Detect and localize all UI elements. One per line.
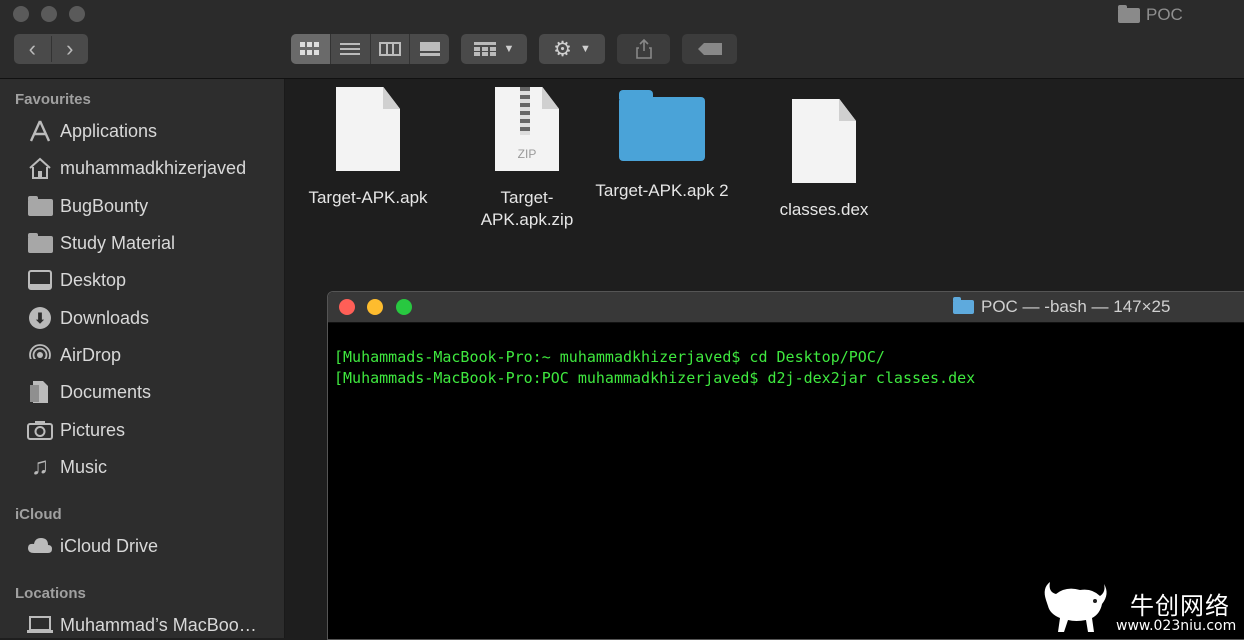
sidebar-item-applications[interactable]: Applications bbox=[27, 116, 157, 146]
terminal-title: POC — -bash — 147×25 bbox=[953, 297, 1170, 317]
sidebar-item-icloud-drive[interactable]: iCloud Drive bbox=[27, 531, 158, 561]
watermark-chinese-text: 牛创网络 bbox=[1130, 592, 1230, 620]
zipper-icon bbox=[520, 87, 530, 135]
favourites-header: Favourites bbox=[15, 91, 91, 108]
group-by-button[interactable]: ▼ bbox=[461, 34, 527, 64]
home-icon bbox=[27, 157, 53, 179]
chevron-down-icon: ▼ bbox=[503, 43, 515, 55]
action-button[interactable]: ⚙ ▼ bbox=[539, 34, 605, 64]
file-name: Target-APK.apk 2 bbox=[595, 181, 729, 200]
share-icon bbox=[635, 39, 652, 59]
folder-icon bbox=[27, 232, 53, 254]
finder-window: POC ‹ › ▼ ⚙ ▼ Favourites Applications mu… bbox=[0, 0, 1244, 640]
gear-icon: ⚙ bbox=[553, 37, 572, 61]
minimize-button[interactable] bbox=[41, 6, 57, 22]
document-icon bbox=[336, 87, 400, 171]
cloud-icon bbox=[27, 535, 53, 557]
edit-tags-button[interactable] bbox=[682, 34, 737, 64]
list-view-button[interactable] bbox=[331, 34, 371, 64]
folder-icon bbox=[27, 195, 53, 217]
sidebar-item-desktop[interactable]: Desktop bbox=[27, 265, 126, 295]
chevron-down-icon: ▼ bbox=[579, 43, 591, 55]
forward-button[interactable]: › bbox=[52, 36, 89, 62]
desktop-icon bbox=[27, 269, 53, 291]
columns-icon bbox=[378, 42, 401, 56]
list-icon bbox=[340, 43, 361, 55]
terminal-close-button[interactable] bbox=[339, 299, 355, 315]
file-item[interactable]: Target-APK.apk 2 bbox=[582, 87, 742, 202]
window-title: POC bbox=[1118, 4, 1183, 25]
tag-icon bbox=[697, 43, 722, 55]
document-icon bbox=[792, 99, 856, 183]
file-name: Target-APK.apk bbox=[308, 188, 428, 207]
locations-header: Locations bbox=[15, 585, 86, 602]
view-mode-group bbox=[291, 34, 449, 64]
file-item[interactable]: classes.dex bbox=[744, 99, 904, 221]
grid-icon bbox=[300, 42, 320, 55]
file-name: classes.dex bbox=[779, 200, 869, 219]
terminal-line: [Muhammads-MacBook-Pro:~ muhammadkhizerj… bbox=[334, 348, 885, 366]
folder-icon bbox=[619, 90, 705, 161]
laptop-icon bbox=[27, 614, 53, 636]
sidebar-item-music[interactable]: ♫ Music bbox=[27, 452, 107, 482]
watermark: 牛创网络 www.023niu.com bbox=[1038, 574, 1244, 638]
applications-icon bbox=[27, 120, 53, 142]
sidebar-item-documents[interactable]: Documents bbox=[27, 377, 151, 407]
group-icon bbox=[473, 42, 496, 56]
file-name: Target-APK.apk.zip bbox=[480, 188, 574, 229]
sidebar-item-downloads[interactable]: ⬇ Downloads bbox=[27, 303, 149, 333]
sidebar-item-airdrop[interactable]: AirDrop bbox=[27, 340, 121, 370]
folder-icon bbox=[953, 297, 974, 314]
watermark-url: www.023niu.com bbox=[1116, 618, 1237, 634]
zoom-button[interactable] bbox=[69, 6, 85, 22]
sidebar-item-macbook[interactable]: Muhammad’s MacBoo… bbox=[27, 610, 257, 640]
sidebar-item-bugbounty[interactable]: BugBounty bbox=[27, 191, 148, 221]
sidebar-item-pictures[interactable]: Pictures bbox=[27, 415, 125, 445]
terminal-titlebar: POC — -bash — 147×25 bbox=[328, 292, 1244, 323]
terminal-minimize-button[interactable] bbox=[367, 299, 383, 315]
zip-archive-icon: ZIP bbox=[495, 87, 559, 171]
column-view-button[interactable] bbox=[371, 34, 411, 64]
terminal-line: [Muhammads-MacBook-Pro:POC muhammadkhize… bbox=[334, 369, 976, 387]
gallery-view-button[interactable] bbox=[410, 34, 449, 64]
documents-icon bbox=[27, 381, 53, 403]
music-icon: ♫ bbox=[31, 453, 49, 480]
close-button[interactable] bbox=[13, 6, 29, 22]
downloads-icon: ⬇ bbox=[27, 307, 53, 329]
share-button[interactable] bbox=[617, 34, 670, 64]
sidebar: Favourites Applications muhammadkhizerja… bbox=[0, 79, 285, 638]
terminal-output[interactable]: [Muhammads-MacBook-Pro:~ muhammadkhizerj… bbox=[328, 323, 1244, 389]
sidebar-item-study-material[interactable]: Study Material bbox=[27, 228, 175, 258]
nav-buttons: ‹ › bbox=[14, 34, 88, 64]
icon-view-button[interactable] bbox=[291, 34, 331, 64]
camera-icon bbox=[27, 419, 53, 441]
sidebar-item-home[interactable]: muhammadkhizerjaved bbox=[27, 153, 246, 183]
gallery-icon bbox=[419, 42, 440, 56]
icloud-header: iCloud bbox=[15, 506, 62, 523]
folder-icon bbox=[1118, 4, 1140, 23]
bull-logo-icon bbox=[1044, 582, 1107, 632]
file-item[interactable]: Target-APK.apk bbox=[288, 87, 448, 209]
back-button[interactable]: ‹ bbox=[14, 36, 52, 62]
airdrop-icon bbox=[27, 344, 53, 367]
terminal-zoom-button[interactable] bbox=[396, 299, 412, 315]
finder-toolbar: POC ‹ › ▼ ⚙ ▼ bbox=[0, 0, 1244, 79]
